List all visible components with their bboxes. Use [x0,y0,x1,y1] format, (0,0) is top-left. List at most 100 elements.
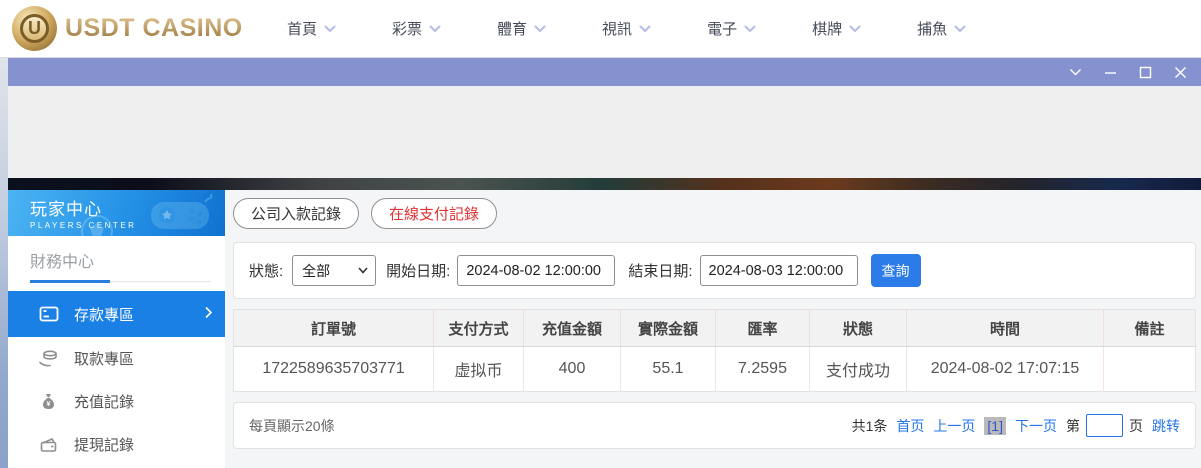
minimize-icon [1104,66,1117,79]
window-content: 玩家中心 PLAYERS CENTER 財務中心 存款專區 [8,190,1201,468]
jump-suffix-label: 页 [1129,416,1143,436]
page-jump-input[interactable] [1086,414,1123,437]
cell-status: 支付成功 [810,347,907,392]
chevron-down-icon [954,25,966,33]
sidebar-item-label: 存款專區 [74,304,134,325]
end-date-input[interactable] [700,255,858,286]
filter-bar: 狀態: 全部 開始日期: 結束日期: 查詢 [233,242,1196,299]
sidebar-menu: 存款專區 取款專區 ¥ 充值記錄 [8,291,225,468]
soccer-ball-icon [80,214,114,236]
nav-item-cards[interactable]: 棋牌 [812,18,861,39]
cell-remark [1104,347,1196,392]
jump-action-link[interactable]: 跳转 [1152,416,1180,436]
main-panel: 公司入款記錄 在線支付記錄 狀態: 全部 開始日期: 結束日期: 查詢 [225,190,1201,468]
start-date-label: 開始日期: [386,260,450,281]
chevron-right-icon [205,306,212,323]
nav-item-lottery[interactable]: 彩票 [392,18,441,39]
gamepad-icon [145,192,217,236]
chevron-down-icon [429,25,441,33]
table-row: 1722589635703771 虚拟币 400 55.1 7.2595 支付成… [234,347,1196,392]
records-table: 訂單號 支付方式 充值金額 實際金額 匯率 狀態 時間 備註 172258963 [233,309,1196,392]
sidebar-item-label: 提現記錄 [74,434,134,455]
money-bag-icon: ¥ [38,391,59,412]
page-size-text: 每頁顯示20條 [249,416,335,436]
banner-image-strip [8,178,1201,190]
pagination-controls: 共1条 首页 上一页 [1] 下一页 第 页 跳转 [852,414,1180,437]
chevron-down-icon [324,25,336,33]
nav-item-sports[interactable]: 體育 [497,18,546,39]
header-order-no: 訂單號 [234,310,434,347]
sidebar: 玩家中心 PLAYERS CENTER 財務中心 存款專區 [8,190,225,468]
nav-item-label: 首頁 [287,18,317,39]
window-close-button[interactable] [1172,64,1188,80]
end-date-label: 結束日期: [628,260,692,281]
total-count-text: 共1条 [852,416,888,436]
nav-item-slots[interactable]: 電子 [707,18,756,39]
status-label: 狀態: [249,260,283,281]
tab-company-deposit-records[interactable]: 公司入款記錄 [233,198,359,229]
header-status: 狀態 [810,310,907,347]
cell-exchange-rate: 7.2595 [716,347,810,392]
sidebar-header: 玩家中心 PLAYERS CENTER [8,190,225,236]
status-select[interactable]: 全部 [292,255,376,286]
chevron-down-icon [639,25,651,33]
nav-item-live[interactable]: 視訊 [602,18,651,39]
nav-item-fishing[interactable]: 捕魚 [917,18,966,39]
window-maximize-button[interactable] [1137,64,1153,80]
nav-item-label: 彩票 [392,18,422,39]
main-nav: 首頁 彩票 體育 視訊 電子 棋牌 捕魚 [287,0,966,57]
header-pay-method: 支付方式 [434,310,524,347]
page-jump: 第 页 [1066,414,1143,437]
header-time: 時間 [907,310,1104,347]
table-header-row: 訂單號 支付方式 充值金額 實際金額 匯率 狀態 時間 備註 [234,310,1196,347]
header-remark: 備註 [1104,310,1196,347]
svg-text:¥: ¥ [47,401,51,408]
records-table-wrap: 訂單號 支付方式 充值金額 實際金額 匯率 狀態 時間 備註 172258963 [233,309,1196,392]
first-page-link[interactable]: 首页 [896,416,924,436]
sidebar-section-finance: 財務中心 [30,236,211,282]
tab-online-payment-records[interactable]: 在線支付記錄 [371,198,497,229]
chevron-down-icon [744,25,756,33]
brand-name: USDT CASINO [65,14,243,43]
jump-prefix-label: 第 [1066,416,1080,436]
brand-logo-icon: U [12,6,57,51]
cell-order-no: 1722589635703771 [234,347,434,392]
search-button[interactable]: 查詢 [871,254,921,287]
window-collapse-button[interactable] [1067,64,1083,80]
nav-item-home[interactable]: 首頁 [287,18,336,39]
header-exchange-rate: 匯率 [716,310,810,347]
nav-item-label: 視訊 [602,18,632,39]
brand-logo[interactable]: U USDT CASINO [12,6,243,51]
bank-card-icon [38,304,59,325]
banner-placeholder [8,86,1201,178]
window-titlebar [8,58,1201,86]
current-page-indicator[interactable]: [1] [984,417,1006,435]
cell-actual-amount: 55.1 [621,347,716,392]
prev-page-link[interactable]: 上一页 [933,416,975,436]
sidebar-item-withdraw[interactable]: 取款專區 [8,337,225,380]
sidebar-item-label: 取款專區 [74,348,134,369]
nav-item-label: 體育 [497,18,527,39]
window-minimize-button[interactable] [1102,64,1118,80]
site-header: U USDT CASINO 首頁 彩票 體育 視訊 電子 棋牌 捕魚 [0,0,1201,58]
page-background-strip [0,58,8,468]
brand-u-emblem: U [20,14,49,43]
sidebar-item-withdraw-history[interactable]: 提現記錄 [8,423,225,466]
cell-recharge-amount: 400 [524,347,621,392]
nav-item-label: 電子 [707,18,737,39]
hand-coins-icon [38,348,59,369]
sidebar-item-deposit[interactable]: 存款專區 [8,291,225,337]
sidebar-item-recharge-history[interactable]: ¥ 充值記錄 [8,380,225,423]
header-recharge-amount: 充值金額 [524,310,621,347]
cell-time: 2024-08-02 17:07:15 [907,347,1104,392]
nav-item-label: 棋牌 [812,18,842,39]
chevron-down-icon [534,25,546,33]
record-tabs: 公司入款記錄 在線支付記錄 [233,198,1196,229]
status-select-value: 全部 [302,261,330,281]
cell-pay-method: 虚拟币 [434,347,524,392]
pagination-bar: 每頁顯示20條 共1条 首页 上一页 [1] 下一页 第 页 跳转 [233,402,1196,449]
next-page-link[interactable]: 下一页 [1015,416,1057,436]
sidebar-item-label: 充值記錄 [74,391,134,412]
start-date-input[interactable] [457,255,615,286]
close-icon [1174,66,1187,79]
